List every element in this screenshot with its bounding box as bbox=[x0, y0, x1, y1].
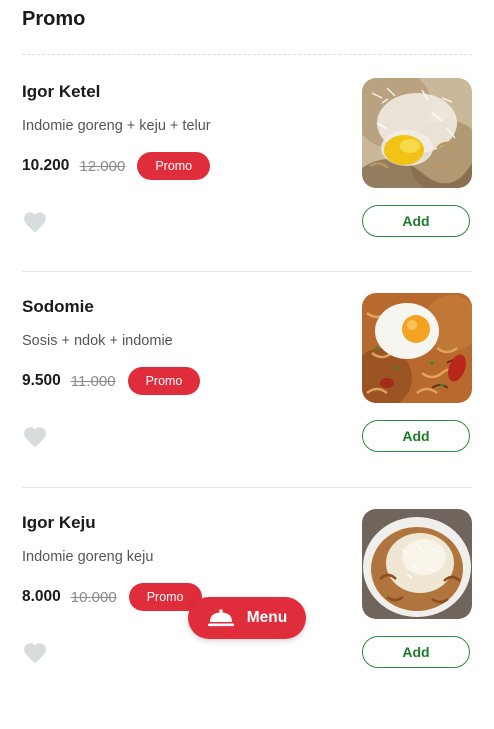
heart-icon[interactable] bbox=[22, 640, 48, 666]
item-old-price: 12.000 bbox=[79, 157, 126, 175]
item-image bbox=[362, 509, 472, 619]
item-description: Indomie goreng + keju + telur bbox=[22, 118, 211, 134]
item-name: Sodomie bbox=[22, 297, 94, 316]
heart-icon[interactable] bbox=[22, 209, 48, 235]
item-old-price: 11.000 bbox=[70, 372, 116, 390]
menu-button-label: Menu bbox=[246, 609, 288, 626]
promo-badge: Promo bbox=[127, 367, 201, 395]
item-description: Indomie goreng keju bbox=[22, 549, 154, 565]
price-row: 10.200 12.000 Promo bbox=[22, 152, 211, 180]
section-title: Promo bbox=[22, 8, 86, 30]
add-button[interactable]: Add bbox=[362, 205, 470, 237]
add-button[interactable]: Add bbox=[362, 420, 470, 452]
item-image bbox=[362, 78, 472, 188]
price-row: 8.000 10.000 Promo bbox=[22, 583, 202, 611]
item-old-price: 10.000 bbox=[70, 588, 117, 606]
item-price: 8.000 bbox=[22, 588, 61, 605]
cloche-icon bbox=[207, 609, 234, 627]
item-divider bbox=[22, 271, 472, 272]
section-divider bbox=[22, 54, 472, 55]
menu-button[interactable]: Menu bbox=[188, 597, 306, 639]
item-price: 10.200 bbox=[22, 157, 70, 174]
menu-item[interactable]: Igor Ketel Indomie goreng + keju + telur… bbox=[0, 78, 494, 298]
price-row: 9.500 11.000 Promo bbox=[22, 367, 201, 395]
item-divider bbox=[22, 487, 472, 488]
heart-icon[interactable] bbox=[22, 424, 48, 450]
item-price: 9.500 bbox=[22, 372, 61, 389]
item-image bbox=[362, 293, 472, 403]
item-name: Igor Ketel bbox=[22, 82, 101, 101]
promo-badge: Promo bbox=[137, 152, 211, 180]
item-name: Igor Keju bbox=[22, 513, 96, 532]
menu-item[interactable]: Sodomie Sosis + ndok + indomie 9.500 11.… bbox=[0, 293, 494, 513]
add-button[interactable]: Add bbox=[362, 636, 470, 668]
item-description: Sosis + ndok + indomie bbox=[22, 333, 173, 349]
